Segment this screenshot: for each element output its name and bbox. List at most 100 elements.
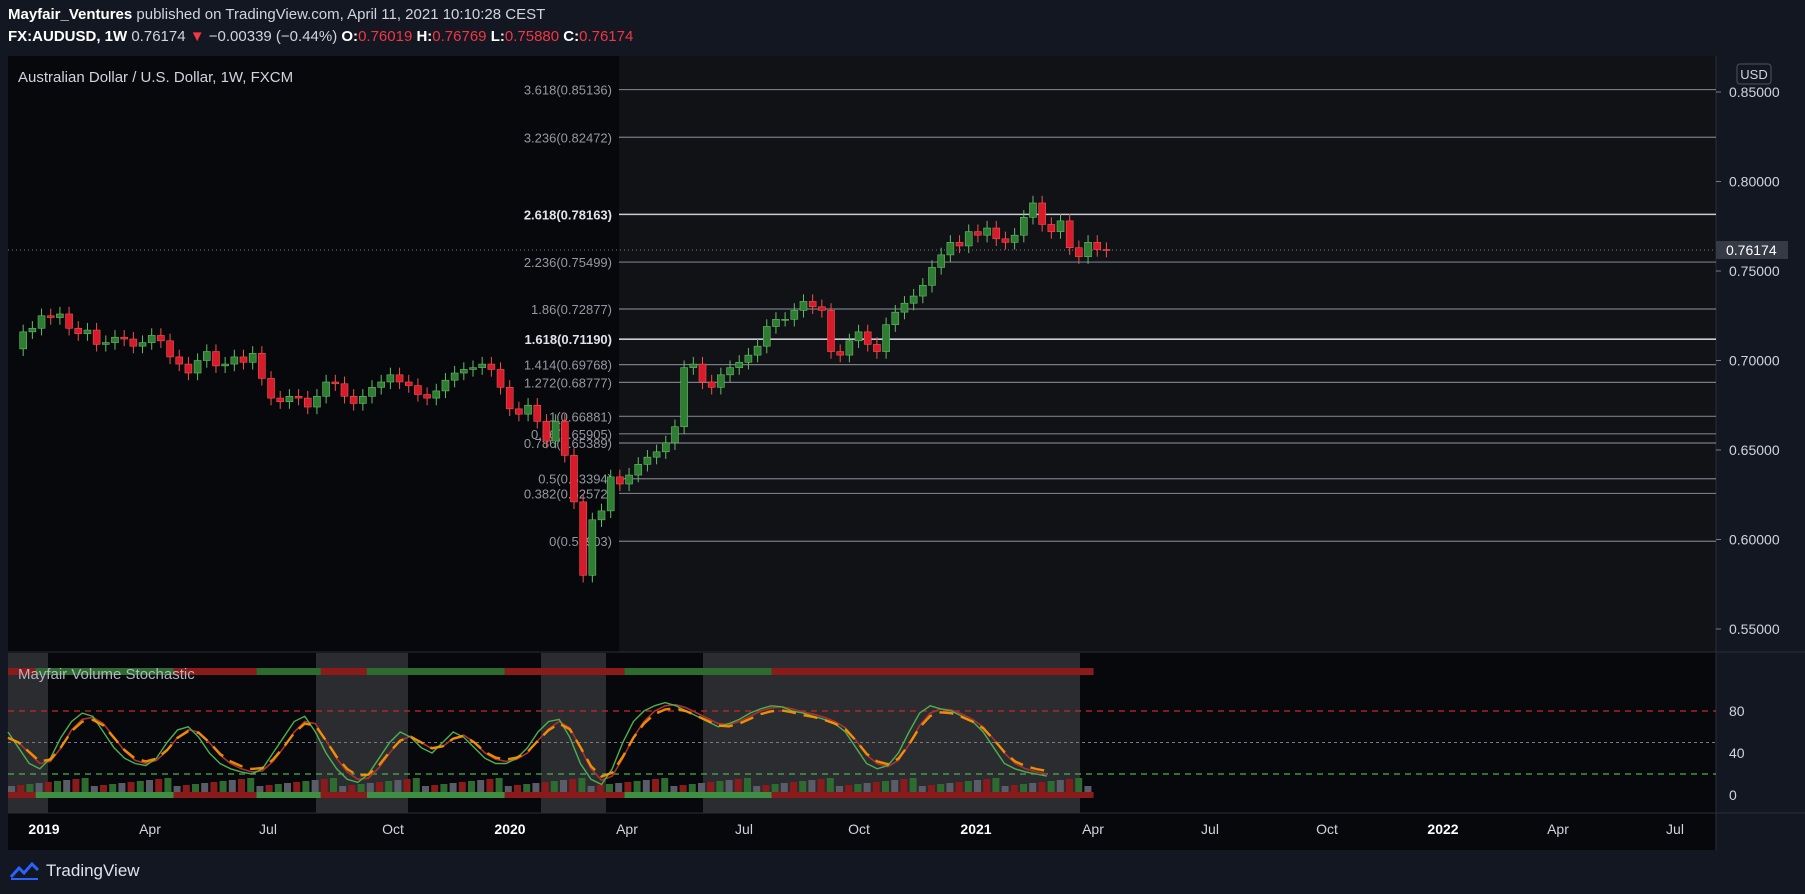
volume-bar: [615, 783, 623, 792]
candle: [487, 363, 496, 370]
candle: [285, 395, 294, 402]
volume-bar: [127, 782, 135, 792]
candle: [836, 351, 845, 356]
candle: [74, 327, 83, 334]
candle: [1029, 202, 1037, 218]
regime-bar-bottom-red: [504, 792, 625, 798]
y-tick-label: 0.75000: [1729, 263, 1780, 279]
candle: [992, 227, 1001, 240]
volume-bar: [642, 780, 650, 792]
volume-bar: [348, 785, 356, 792]
volume-bar: [514, 785, 521, 792]
volume-bar: [477, 780, 485, 792]
volume-bar: [670, 786, 678, 792]
volume-bar: [845, 785, 853, 792]
candle: [212, 351, 220, 367]
candle: [1001, 238, 1010, 243]
candle: [707, 381, 716, 388]
candle: [827, 310, 835, 352]
tradingview-logo-icon: [10, 861, 40, 880]
regime-bar-bottom-red: [173, 792, 257, 798]
x-tick-label: 2019: [28, 821, 59, 837]
price-chart[interactable]: 3.618(0.85136) 3.236(0.82472) 2.618(0.7816…: [0, 0, 1805, 894]
volume-bar: [560, 780, 567, 792]
volume-bar: [302, 781, 310, 792]
candle: [386, 374, 395, 383]
candle: [551, 421, 560, 442]
candle: [303, 397, 312, 408]
currency-button[interactable]: USD: [1736, 63, 1772, 85]
volume-bar: [532, 783, 540, 792]
volume-bar: [403, 779, 411, 792]
x-tick-label: 2022: [1427, 821, 1458, 837]
candle: [377, 381, 386, 388]
volume-bar: [872, 782, 880, 792]
volume-bar: [495, 778, 503, 792]
fib-level-label: 2.618(0.78163): [524, 207, 612, 222]
volume-bar: [587, 786, 595, 792]
candle: [1047, 224, 1056, 232]
tradingview-footer[interactable]: TradingView: [10, 858, 140, 884]
candle: [680, 367, 688, 428]
candle: [65, 313, 73, 329]
x-tick-label: 2020: [494, 821, 525, 837]
volume-bar: [357, 784, 365, 792]
volume-bar: [744, 778, 751, 792]
candle: [1019, 217, 1028, 236]
volume-bar: [486, 779, 494, 792]
volume-bar: [771, 784, 779, 792]
volume-bar: [320, 779, 328, 792]
candle: [661, 442, 670, 453]
volume-bar: [1056, 780, 1064, 792]
x-tick-label: Apr: [1547, 821, 1569, 837]
volume-bar: [1066, 779, 1073, 792]
volume-bar: [90, 786, 98, 792]
fib-level-label: 1.414(0.69768): [524, 358, 612, 373]
volume-bar: [274, 784, 282, 792]
volume-bar: [182, 785, 190, 792]
fib-level-label: 0.382(0.62572): [524, 486, 612, 501]
candle: [625, 474, 633, 485]
volume-bar: [725, 780, 733, 792]
volume-bar: [790, 782, 797, 792]
volume-bar: [1029, 783, 1037, 792]
tradingview-brand: TradingView: [46, 861, 140, 880]
regime-bar-bottom-green: [366, 792, 505, 798]
candle: [772, 319, 780, 327]
currency-label: USD: [1740, 67, 1767, 82]
volume-bar: [228, 780, 236, 792]
volume-bar: [376, 782, 383, 792]
candle: [322, 381, 330, 397]
candle: [313, 395, 321, 408]
candle: [46, 315, 55, 318]
candle: [230, 356, 239, 365]
volume-bar: [596, 785, 604, 792]
candle: [129, 338, 138, 347]
volume-bar: [449, 783, 457, 792]
candle: [616, 476, 624, 485]
volume-bar: [578, 778, 586, 792]
x-tick-label: Apr: [616, 821, 638, 837]
candle: [157, 335, 165, 342]
candle: [432, 390, 441, 399]
candle: [854, 331, 863, 342]
volume-bar: [1084, 786, 1092, 792]
volume-bar: [394, 780, 402, 792]
candle: [120, 336, 128, 340]
candle: [891, 311, 900, 326]
candle: [753, 345, 762, 356]
candle: [395, 374, 404, 383]
y-tick-label: 0.85000: [1729, 84, 1780, 100]
y-tick-label: 0.70000: [1729, 353, 1780, 369]
candle: [83, 329, 92, 334]
volume-bar: [422, 786, 429, 792]
volume-bar: [1001, 786, 1009, 792]
candle: [689, 363, 698, 368]
volume-bar: [311, 780, 319, 792]
volume-bar: [458, 782, 466, 792]
volume-bar: [1047, 781, 1055, 792]
volume-bar: [72, 779, 80, 792]
fib-level-label: 1.272(0.68777): [524, 375, 612, 390]
volume-bar: [836, 786, 843, 792]
candle: [349, 395, 358, 404]
